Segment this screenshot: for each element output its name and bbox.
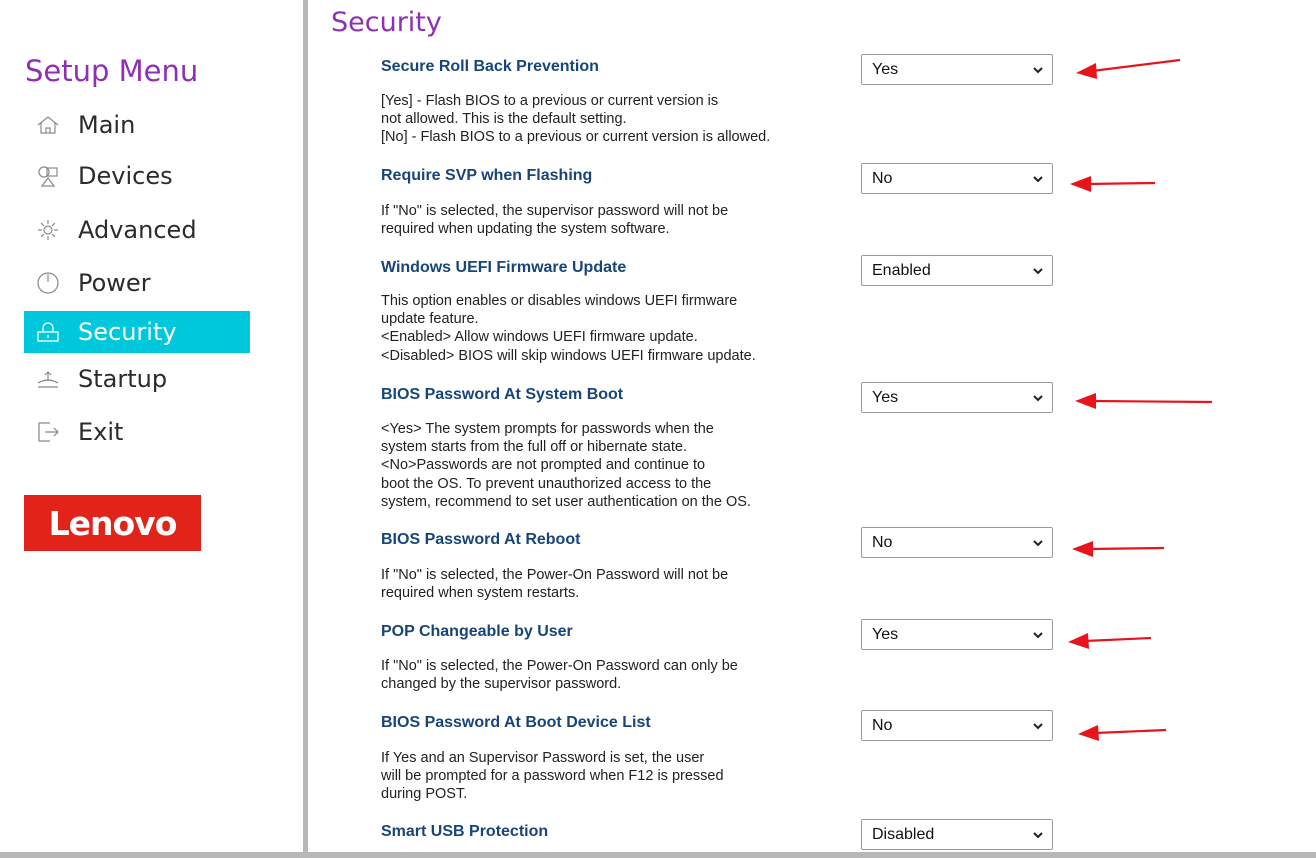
setting-description: If Yes and an Supervisor Password is set… — [381, 750, 724, 803]
setting-label-secure-roll-back: Secure Roll Back Prevention — [381, 58, 599, 75]
annotation-arrow — [1070, 176, 1156, 192]
annotation-arrow — [1076, 58, 1181, 79]
annotation-arrow — [1072, 541, 1165, 557]
annotation-arrow — [1078, 725, 1167, 741]
setting-label-windows-uefi: Windows UEFI Firmware Update — [381, 259, 627, 276]
chevron-down-icon — [1033, 831, 1043, 838]
password-reboot-select[interactable]: No — [861, 527, 1053, 558]
password-boot-device-list-select[interactable]: No — [861, 710, 1053, 741]
select-value: No — [872, 169, 893, 187]
logo-text: Lenovo — [48, 503, 178, 543]
bottom-scrollbar — [0, 852, 1316, 858]
exit-icon — [35, 419, 61, 445]
setting-description: [Yes] - Flash BIOS to a previous or curr… — [381, 93, 771, 146]
page-title: Security — [331, 7, 442, 38]
setting-label-require-svp: Require SVP when Flashing — [381, 167, 593, 184]
sidebar-item-label: Devices — [78, 162, 173, 190]
setting-description: If "No" is selected, the supervisor pass… — [381, 203, 729, 238]
chevron-down-icon — [1033, 539, 1043, 546]
devices-icon — [35, 163, 61, 189]
chevron-down-icon — [1033, 267, 1043, 274]
sidebar-item-exit[interactable]: Exit — [24, 411, 250, 453]
pop-changeable-select[interactable]: Yes — [861, 619, 1053, 650]
require-svp-select[interactable]: No — [861, 163, 1053, 194]
secure-roll-back-select[interactable]: Yes — [861, 54, 1053, 85]
chevron-down-icon — [1033, 175, 1043, 182]
sidebar-item-main[interactable]: Main — [24, 104, 250, 146]
select-value: Yes — [872, 625, 899, 643]
setting-description: <Yes> The system prompts for passwords w… — [381, 421, 751, 510]
select-value: No — [872, 716, 893, 734]
setting-label-password-boot-device-list: BIOS Password At Boot Device List — [381, 714, 651, 731]
lenovo-logo: Lenovo — [24, 495, 201, 551]
sidebar-item-advanced[interactable]: Advanced — [24, 209, 250, 251]
setting-label-smart-usb: Smart USB Protection — [381, 823, 549, 840]
chevron-down-icon — [1033, 631, 1043, 638]
setup-menu-title: Setup Menu — [25, 54, 199, 88]
setting-label-password-reboot: BIOS Password At Reboot — [381, 531, 581, 548]
sidebar-item-label: Main — [78, 111, 136, 139]
sidebar-item-devices[interactable]: Devices — [24, 155, 250, 197]
sidebar-divider — [303, 0, 308, 858]
chevron-down-icon — [1033, 722, 1043, 729]
select-value: Yes — [872, 60, 899, 78]
sidebar-item-label: Exit — [78, 418, 124, 446]
sidebar-item-label: Power — [78, 269, 151, 297]
startup-icon — [35, 366, 61, 392]
power-icon — [35, 270, 61, 296]
sidebar: Setup Menu Main Devices Advanced Power S… — [0, 0, 303, 858]
home-icon — [35, 112, 61, 138]
windows-uefi-select[interactable]: Enabled — [861, 255, 1053, 286]
select-value: Disabled — [872, 825, 935, 843]
chevron-down-icon — [1033, 66, 1043, 73]
sidebar-item-label: Advanced — [78, 216, 197, 244]
lock-icon — [35, 319, 61, 345]
annotation-arrow — [1068, 633, 1152, 649]
sidebar-item-label: Startup — [78, 365, 168, 393]
setting-label-pop-changeable: POP Changeable by User — [381, 623, 573, 640]
chevron-down-icon — [1033, 394, 1043, 401]
sidebar-item-power[interactable]: Power — [24, 262, 250, 304]
sidebar-item-startup[interactable]: Startup — [24, 358, 250, 400]
setting-description: This option enables or disables windows … — [381, 293, 756, 364]
select-value: Yes — [872, 388, 899, 406]
select-value: Enabled — [872, 261, 931, 279]
setting-label-password-system-boot: BIOS Password At System Boot — [381, 386, 624, 403]
smart-usb-select[interactable]: Disabled — [861, 819, 1053, 850]
setting-description: If "No" is selected, the Power-On Passwo… — [381, 658, 738, 693]
select-value: No — [872, 533, 893, 551]
annotation-arrow — [1075, 393, 1213, 409]
password-system-boot-select[interactable]: Yes — [861, 382, 1053, 413]
setting-description: If "No" is selected, the Power-On Passwo… — [381, 567, 729, 602]
sidebar-item-security[interactable]: Security — [24, 311, 250, 353]
sidebar-item-label: Security — [78, 318, 177, 346]
advanced-icon — [35, 217, 61, 243]
